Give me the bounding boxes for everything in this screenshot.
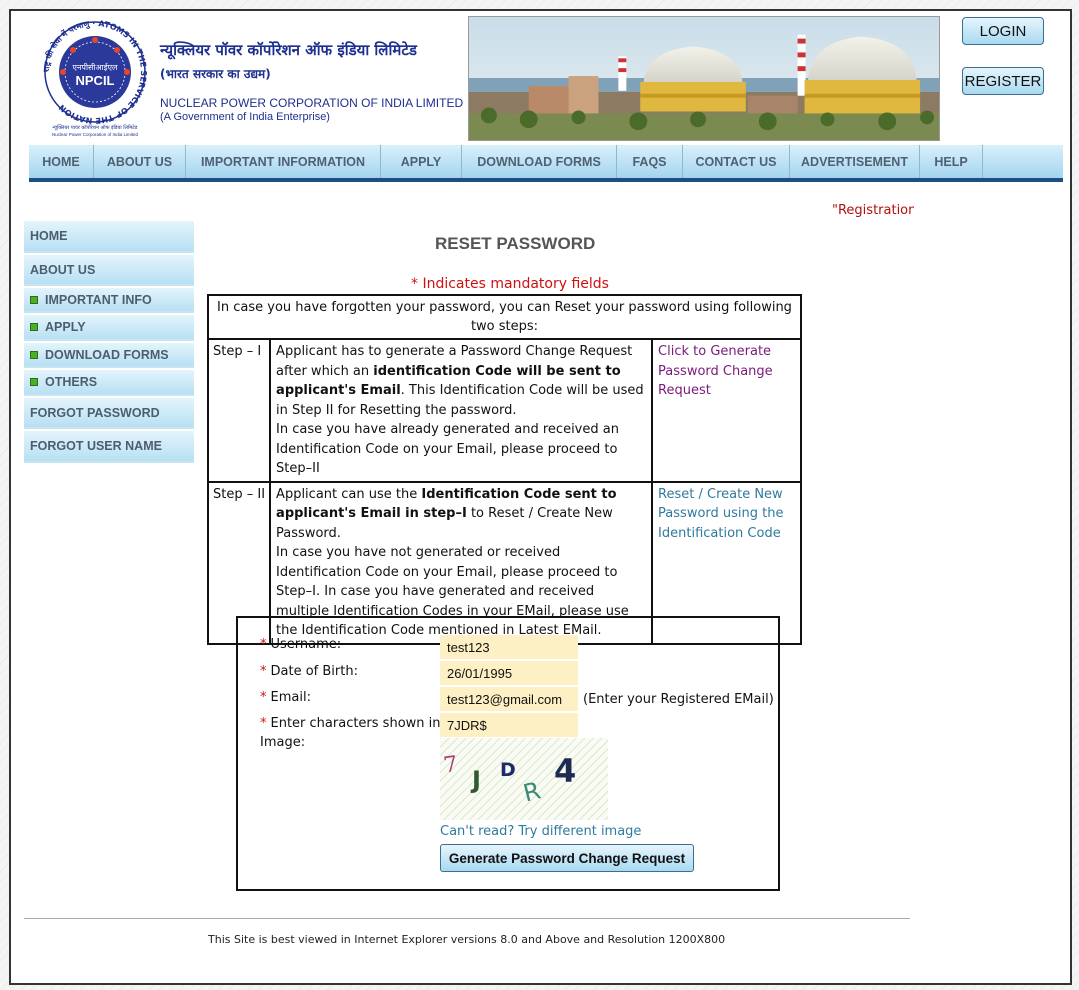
table-row: Step – I Applicant has to generate a Pas… (206, 338, 802, 483)
green-bullet-icon (30, 350, 38, 359)
required-asterisk: * (260, 716, 267, 731)
nav-help[interactable]: HELP (920, 145, 983, 178)
sidebar-item-download-forms[interactable]: DOWNLOAD FORMS (24, 343, 194, 368)
table-row: In case you have forgotten your password… (207, 294, 802, 340)
step-1-label: Step – I (206, 338, 272, 483)
top-navigation: HOME ABOUT US IMPORTANT INFORMATION APPL… (29, 145, 1063, 182)
step-1-text-3: In case you have already generated and r… (276, 422, 619, 476)
nav-faqs[interactable]: FAQS (617, 145, 683, 178)
dob-label: * Date of Birth: (260, 664, 358, 679)
captcha-char: D (500, 759, 516, 781)
company-name-english: NUCLEAR POWER CORPORATION OF INDIA LIMIT… (160, 96, 464, 110)
footer-divider (24, 918, 910, 919)
page-title: RESET PASSWORD (435, 234, 596, 253)
npcil-logo-seal: राष्ट्र की सेवा में परमाणु · ATOMS IN TH… (42, 19, 148, 137)
username-input[interactable] (440, 635, 578, 659)
sidebar-item-forgot-password[interactable]: FORGOT PASSWORD (24, 398, 194, 429)
required-asterisk: * (260, 690, 267, 705)
refresh-captcha-link[interactable]: Can't read? Try different image (440, 824, 641, 839)
mandatory-note: * Indicates mandatory fields (411, 276, 609, 292)
green-bullet-icon (30, 323, 38, 331)
email-label: * Email: (260, 690, 311, 705)
required-asterisk: * (260, 664, 267, 679)
sidebar-item-label: DOWNLOAD FORMS (45, 347, 169, 362)
captcha-label-text: Enter characters shown in (270, 716, 441, 731)
sidebar-item-label: HOME (30, 229, 68, 243)
registration-marquee[interactable]: "Registration (832, 203, 914, 218)
captcha-image: 7 J D R 4 (440, 738, 608, 820)
power-plant-banner (468, 16, 940, 141)
nav-apply[interactable]: APPLY (381, 145, 462, 178)
captcha-char: 4 (554, 752, 576, 790)
sidebar-item-label: OTHERS (45, 375, 98, 389)
reset-password-link[interactable]: Reset / Create New Password using the Id… (658, 487, 783, 541)
green-bullet-icon (30, 295, 38, 304)
nav-about-us[interactable]: ABOUT US (94, 145, 186, 178)
steps-intro: In case you have forgotten your password… (207, 294, 802, 340)
company-subtitle-english: (A Government of India Enterprise) (160, 111, 330, 123)
company-subtitle-hindi: (भारत सरकार का उद्यम) (160, 67, 271, 81)
seal-abbr: NPCIL (76, 73, 115, 88)
reset-steps-table: In case you have forgotten your password… (206, 294, 802, 645)
sidebar-item-label: IMPORTANT INFO (45, 292, 152, 307)
captcha-label: * Enter characters shown in (260, 716, 441, 731)
nav-contact-us[interactable]: CONTACT US (683, 145, 790, 178)
sidebar-item-important-info[interactable]: IMPORTANT INFO (24, 288, 194, 313)
captcha-input[interactable] (440, 713, 578, 737)
sidebar-item-label: ABOUT US (30, 262, 96, 277)
seal-caption-english: Nuclear Power Corporation of India Limit… (52, 132, 139, 137)
sidebar-item-apply[interactable]: APPLY (24, 315, 194, 341)
sidebar-item-about-us[interactable]: ABOUT US (24, 255, 194, 286)
sidebar-item-label: APPLY (45, 320, 86, 334)
register-button[interactable]: REGISTER (962, 67, 1044, 95)
email-hint: (Enter your Registered EMail) (583, 692, 774, 707)
dob-input[interactable] (440, 661, 578, 685)
nav-important-information[interactable]: IMPORTANT INFORMATION (186, 145, 381, 178)
green-bullet-icon (30, 378, 38, 386)
sidebar-item-others[interactable]: OTHERS (24, 370, 194, 396)
sidebar-item-label: FORGOT USER NAME (30, 439, 162, 453)
email-input[interactable] (440, 687, 578, 711)
nav-home[interactable]: HOME (29, 145, 94, 178)
username-label: * Username: (260, 637, 341, 652)
required-asterisk: * (260, 637, 267, 652)
nav-advertisement[interactable]: ADVERTISEMENT (790, 145, 920, 178)
seal-hindi: एनपीसीआईएल (73, 62, 118, 72)
seal-caption-hindi: न्यूक्लियर पावर कॉर्पोरेशन ऑफ इंडिया लिम… (53, 124, 138, 131)
sidebar-item-forgot-user-name[interactable]: FORGOT USER NAME (24, 431, 194, 463)
step-2-text: Applicant can use the (276, 486, 422, 502)
username-label-text: Username: (270, 637, 342, 652)
captcha-label-line2: Image: (260, 735, 306, 750)
dob-label-text: Date of Birth: (270, 664, 358, 679)
captcha-char: J (470, 766, 481, 794)
footer-text: This Site is best viewed in Internet Exp… (208, 933, 726, 946)
generate-request-button[interactable]: Generate Password Change Request (440, 844, 694, 872)
nav-download-forms[interactable]: DOWNLOAD FORMS (462, 145, 617, 178)
sidebar-item-label: FORGOT PASSWORD (30, 405, 160, 420)
login-button[interactable]: LOGIN (962, 17, 1044, 45)
email-label-text: Email: (270, 690, 311, 705)
step-1-description: Applicant has to generate a Password Cha… (269, 338, 654, 483)
step-1-link-cell: Click to Generate Password Change Reques… (651, 338, 802, 483)
sidebar-item-home[interactable]: HOME (24, 221, 194, 253)
company-name-hindi: न्यूक्लियर पॉवर कॉर्पोरेशन ऑफ इंडिया लिम… (160, 41, 417, 59)
generate-request-link[interactable]: Click to Generate Password Change Reques… (658, 344, 773, 398)
